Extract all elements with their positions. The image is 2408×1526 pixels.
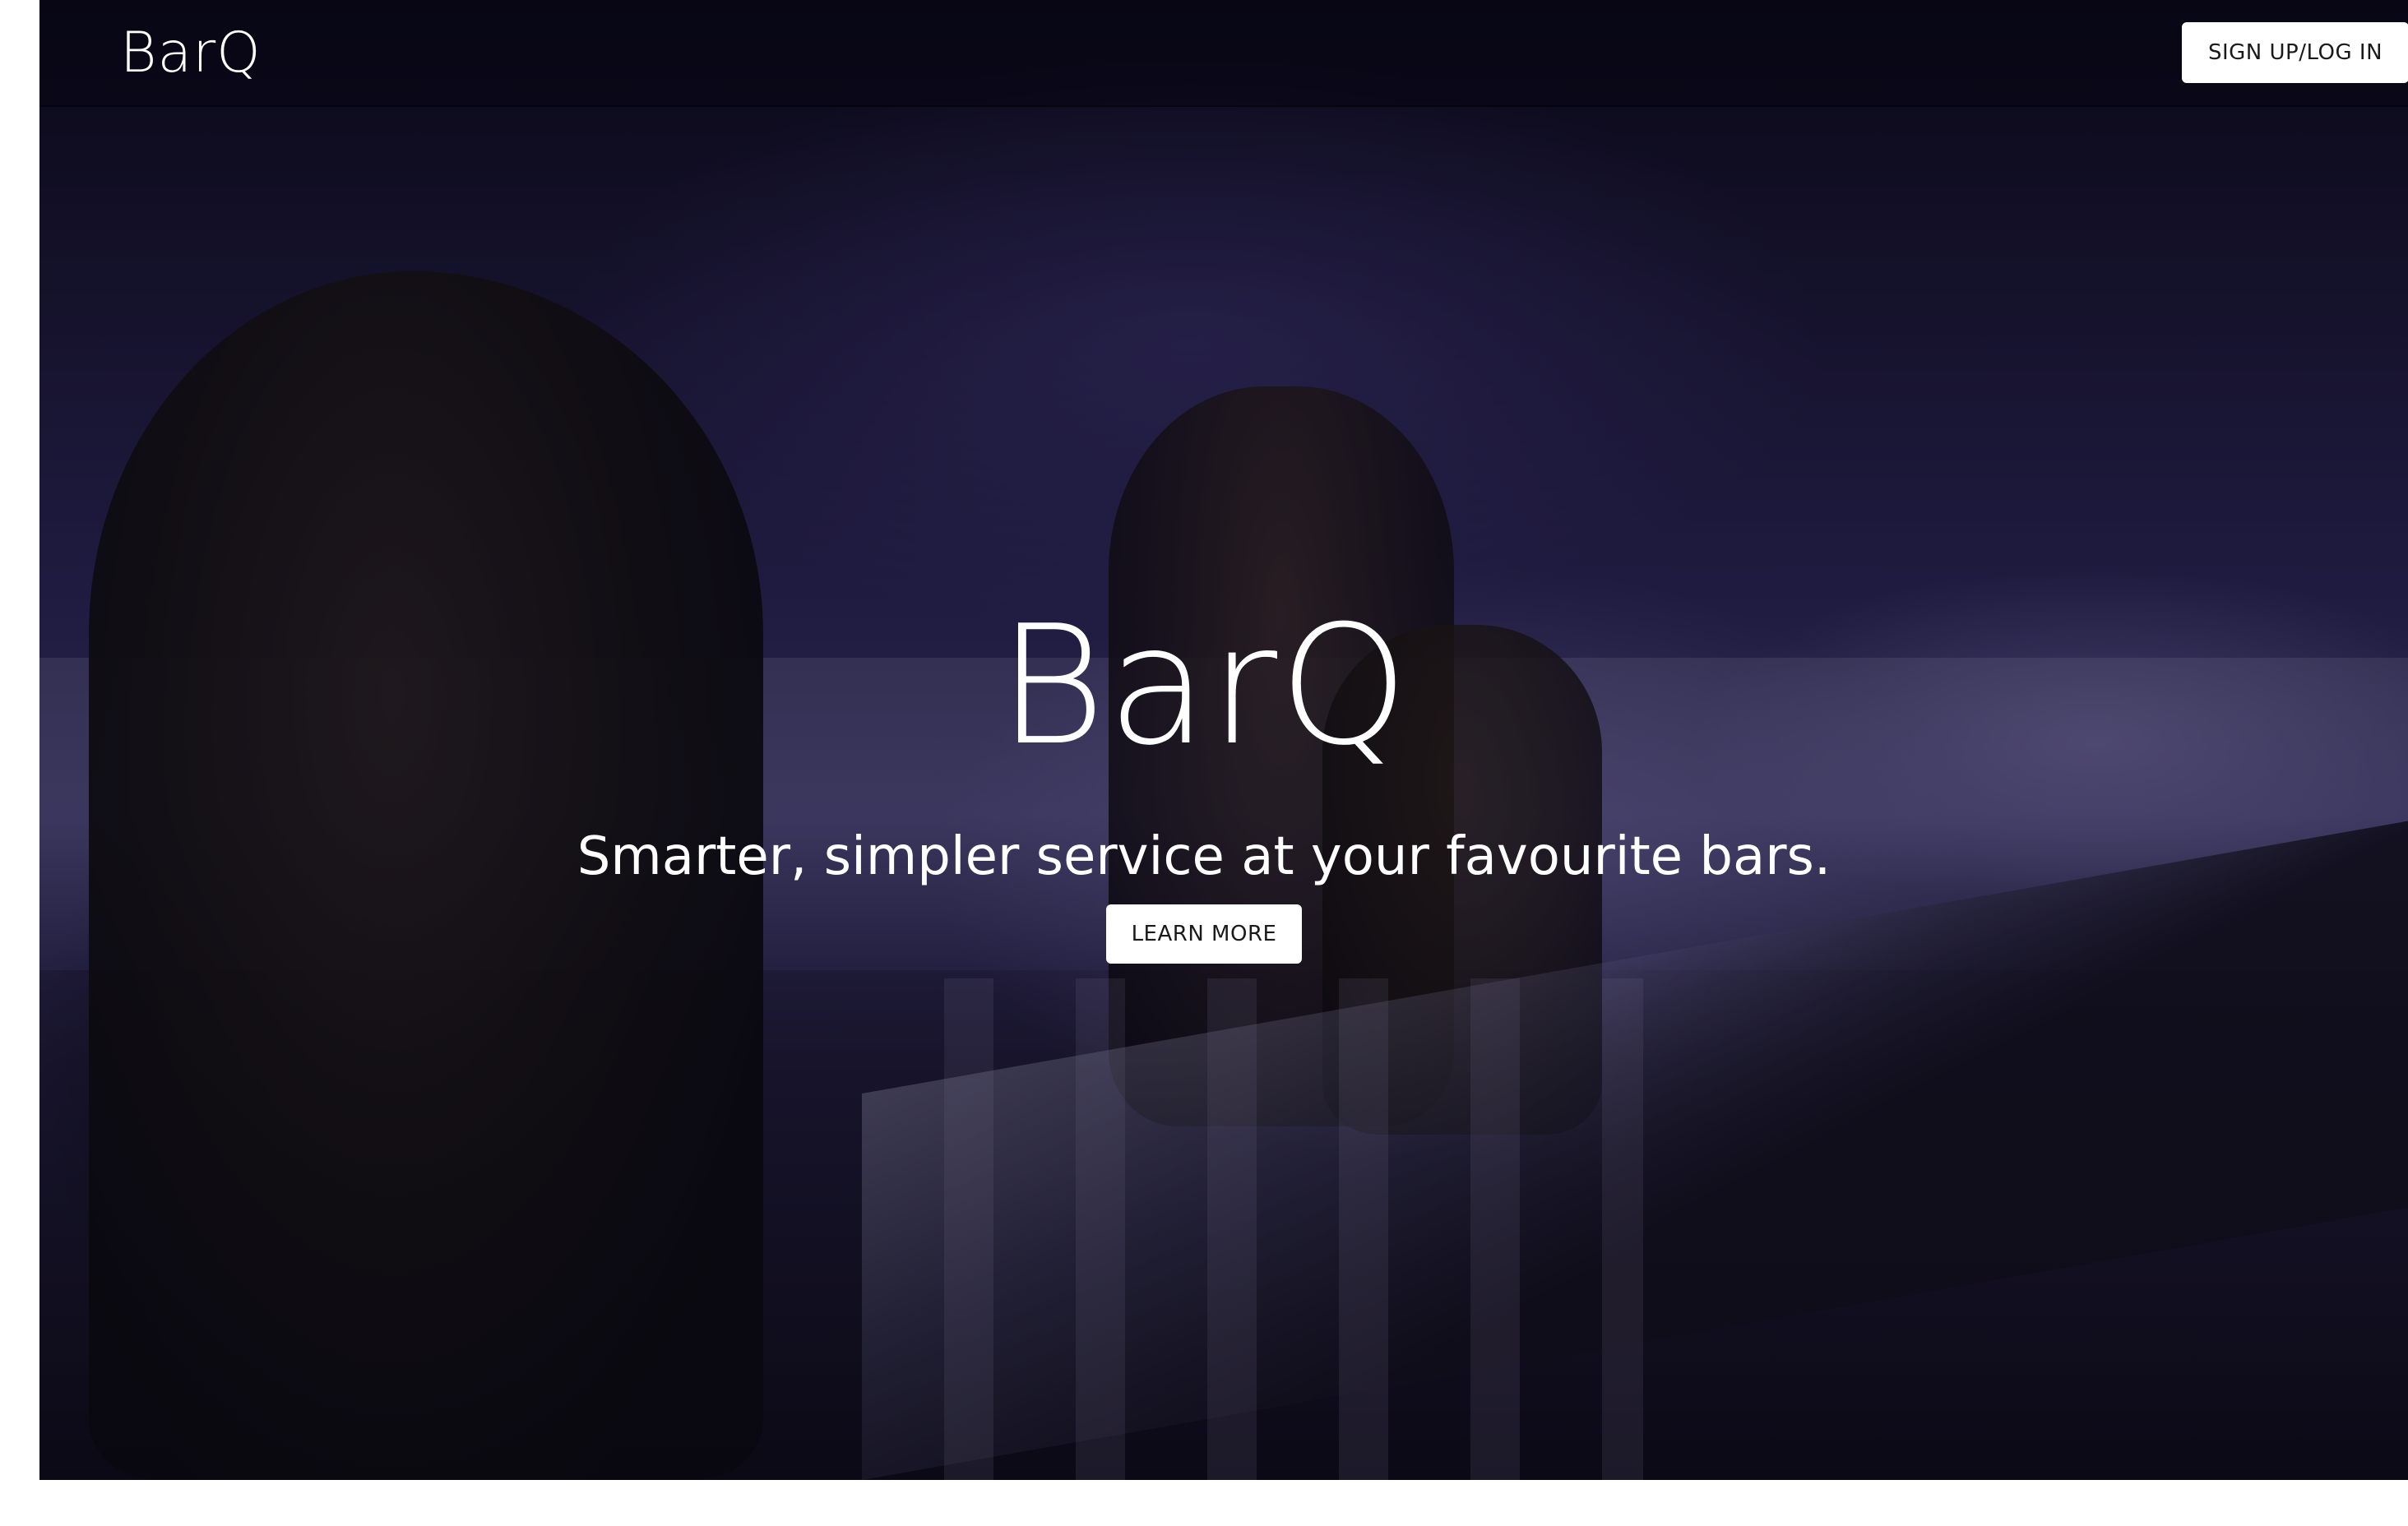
brand-logo[interactable]: BarQ [120,18,262,89]
hero-subtitle: Smarter, simpler service at your favouri… [577,826,1831,887]
page: BarQ SIGN UP/LOG IN BarQ Smarter, simple… [0,0,2408,1526]
top-nav: BarQ SIGN UP/LOG IN [39,0,2408,107]
hero-title: BarQ [998,590,1410,782]
learn-more-button[interactable]: LEARN MORE [1106,904,1302,964]
hero-content: BarQ Smarter, simpler service at your fa… [0,592,2408,964]
signup-login-button[interactable]: SIGN UP/LOG IN [2182,22,2408,83]
